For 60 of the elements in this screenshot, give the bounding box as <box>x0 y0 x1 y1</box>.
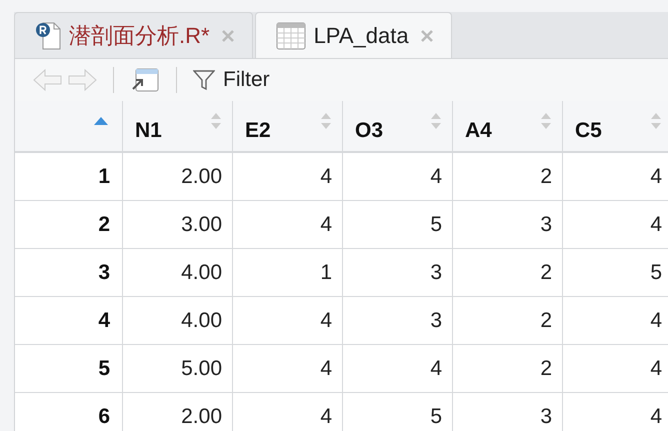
table-cell: 3 <box>343 249 453 297</box>
table-cell: 2.00 <box>123 153 233 201</box>
column-header[interactable]: O3 <box>343 101 453 153</box>
tab-title: LPA_data <box>314 22 409 48</box>
editor-tab[interactable]: LPA_data <box>254 12 452 58</box>
table-cell: 4 <box>233 153 343 201</box>
table-cell: 4 <box>563 297 668 345</box>
row-number: 1 <box>15 153 123 201</box>
back-arrow-icon[interactable] <box>33 68 63 92</box>
sort-icon <box>210 111 222 131</box>
table-cell: 5 <box>343 393 453 431</box>
tab-title: 潜剖面分析.R* <box>69 22 210 50</box>
table-cell: 3 <box>453 201 563 249</box>
table-cell: 4 <box>563 153 668 201</box>
sort-icon <box>320 111 332 131</box>
table-icon <box>276 22 306 50</box>
table-cell: 2 <box>453 297 563 345</box>
column-header[interactable]: C5 <box>563 101 668 153</box>
sort-icon <box>540 111 552 131</box>
table-cell: 1 <box>233 249 343 297</box>
forward-arrow-icon[interactable] <box>67 68 97 92</box>
table-cell: 4 <box>233 297 343 345</box>
editor-tab[interactable]: 潜剖面分析.R* <box>14 12 253 58</box>
table-cell: 2.00 <box>123 393 233 431</box>
table-cell: 5 <box>343 201 453 249</box>
table-cell: 4 <box>343 345 453 393</box>
table-cell: 4 <box>563 345 668 393</box>
table-cell: 4 <box>233 393 343 431</box>
close-icon[interactable] <box>420 30 433 42</box>
table-cell: 4 <box>233 201 343 249</box>
table-cell: 4 <box>563 393 668 431</box>
table-cell: 2 <box>453 153 563 201</box>
sort-icon <box>430 111 442 131</box>
table-cell: 5.00 <box>123 345 233 393</box>
column-header[interactable]: N1 <box>123 101 233 153</box>
table-cell: 3.00 <box>123 201 233 249</box>
table-cell: 3 <box>453 393 563 431</box>
filter-button[interactable]: Filter <box>193 68 270 92</box>
column-header[interactable]: A4 <box>453 101 563 153</box>
table-cell: 4 <box>343 153 453 201</box>
row-number: 4 <box>15 297 123 345</box>
table-cell: 4.00 <box>123 297 233 345</box>
row-number: 5 <box>15 345 123 393</box>
row-number: 3 <box>15 249 123 297</box>
table-cell: 5 <box>563 249 668 297</box>
table-cell: 2 <box>453 249 563 297</box>
row-number: 2 <box>15 201 123 249</box>
column-header[interactable]: E2 <box>233 101 343 153</box>
sort-icon <box>650 111 662 131</box>
popout-window-icon[interactable] <box>130 67 160 93</box>
table-cell: 4 <box>563 201 668 249</box>
table-cell: 4 <box>233 345 343 393</box>
row-number-header[interactable] <box>15 101 123 153</box>
r-file-icon <box>35 22 61 50</box>
close-icon[interactable] <box>222 30 234 42</box>
row-number: 6 <box>15 393 123 431</box>
table-cell: 3 <box>343 297 453 345</box>
table-cell: 2 <box>453 345 563 393</box>
table-cell: 4.00 <box>123 249 233 297</box>
filter-icon <box>193 69 215 91</box>
